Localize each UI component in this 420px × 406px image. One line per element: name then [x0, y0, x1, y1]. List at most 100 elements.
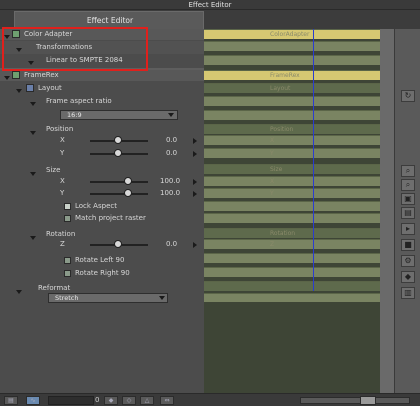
match-raster-checkbox[interactable]: [64, 215, 71, 222]
position-x-value[interactable]: 0.0: [166, 135, 177, 146]
highlight-box: [2, 27, 148, 71]
reformat-dropdown[interactable]: Stretch: [48, 293, 168, 303]
size-x-value[interactable]: 100.0: [160, 176, 180, 187]
fit-icon[interactable]: ▣: [401, 193, 415, 205]
timeline-track-rotation[interactable]: Rotation: [204, 228, 380, 238]
position-y-label: Y: [60, 149, 65, 157]
timeline-track-size-y[interactable]: Y: [204, 188, 380, 198]
settings-icon[interactable]: ⚙: [401, 255, 415, 267]
timeline-label: Layout: [270, 85, 291, 92]
lock-aspect-label: Lock Aspect: [75, 202, 117, 210]
frame-aspect-ratio-label: Frame aspect ratio: [46, 97, 112, 105]
right-toolbar: ↻ ⌕ ⌕ ▣ ▤ ▸ ■ ⚙ ◆ ▥: [394, 29, 420, 393]
timeline-track[interactable]: [204, 293, 380, 302]
position-y-slider-knob[interactable]: [114, 149, 122, 157]
rotate-left-checkbox[interactable]: [64, 257, 71, 264]
size-y-label: Y: [60, 189, 65, 197]
timeline-track[interactable]: [204, 267, 380, 277]
refresh-icon[interactable]: ↻: [401, 90, 415, 102]
lock-icon[interactable]: ▥: [401, 287, 415, 299]
size-x-label: X: [60, 177, 65, 185]
timeline-track[interactable]: [204, 201, 380, 211]
size-x-slider[interactable]: [90, 181, 148, 183]
timeline-label: Position: [270, 126, 294, 133]
effect-enable-icon[interactable]: [12, 71, 20, 79]
keyframe-triangle-icon[interactable]: △: [140, 396, 154, 405]
timeline-track-reformat[interactable]: [204, 281, 380, 291]
rotate-right-label: Rotate Right 90: [75, 269, 130, 277]
size-y-slider[interactable]: [90, 193, 148, 195]
timeline-track-framerex[interactable]: FrameRex: [204, 70, 380, 80]
timeline-track-layout[interactable]: Layout: [204, 83, 380, 93]
keyframe-arrow-icon[interactable]: [193, 242, 197, 248]
timeline-label: Y: [270, 150, 274, 157]
keyframe-arrow-icon[interactable]: [193, 191, 197, 197]
chevron-down-icon: [168, 113, 174, 117]
rotation-z-label: Z: [60, 240, 65, 248]
size-y-slider-knob[interactable]: [124, 189, 132, 197]
keyframe-arrow-icon[interactable]: [193, 138, 197, 144]
timeline-scrollbar[interactable]: [380, 29, 394, 393]
keyframe-prev-icon[interactable]: ◇: [122, 396, 136, 405]
aspect-ratio-dropdown[interactable]: 16:9: [60, 110, 178, 120]
track-icon[interactable]: ▤: [4, 396, 18, 405]
lock-aspect-checkbox[interactable]: [64, 203, 71, 210]
size-y-value[interactable]: 100.0: [160, 188, 180, 199]
timeline-track-size-x[interactable]: X: [204, 176, 380, 186]
zoom-out-icon[interactable]: ⌕: [401, 179, 415, 191]
rotation-z-slider-knob[interactable]: [114, 240, 122, 248]
timeline-track[interactable]: [204, 253, 380, 263]
expand-triangle-icon[interactable]: [30, 236, 36, 240]
timeline-track[interactable]: [204, 110, 380, 120]
timeline-label: Z: [270, 241, 275, 248]
keyframe-add-icon[interactable]: ◆: [104, 396, 118, 405]
timeline-track-position[interactable]: Position: [204, 124, 380, 134]
timeline-label: X: [270, 137, 275, 144]
position-x-slider-knob[interactable]: [114, 136, 122, 144]
expand-triangle-icon[interactable]: [16, 89, 22, 93]
expand-triangle-icon[interactable]: [30, 131, 36, 135]
rotate-right-checkbox[interactable]: [64, 270, 71, 277]
aspect-ratio-value: 16:9: [67, 111, 82, 119]
bottom-toolbar: ▤ ∿ 0 ◆ ◇ △ ⇔: [0, 393, 420, 406]
window-titlebar: Effect Editor: [0, 0, 420, 10]
frame-counter-value[interactable]: 0: [95, 395, 99, 406]
stop-icon[interactable]: ■: [401, 239, 415, 251]
position-x-label: X: [60, 136, 65, 144]
timeline-track[interactable]: [204, 41, 380, 51]
size-label: Size: [46, 166, 61, 174]
timeline-label: X: [270, 178, 275, 185]
size-x-slider-knob[interactable]: [124, 177, 132, 185]
curve-icon[interactable]: ∿: [26, 396, 40, 405]
play-icon[interactable]: ▸: [401, 223, 415, 235]
keyframe-icon[interactable]: ◆: [401, 271, 415, 283]
expand-triangle-icon[interactable]: [30, 172, 36, 176]
expand-triangle-icon[interactable]: [30, 102, 36, 106]
timeline-track-rotation-z[interactable]: Z: [204, 239, 380, 249]
timeline-track[interactable]: [204, 96, 380, 106]
layout-icon[interactable]: [26, 84, 34, 92]
zoom-slider[interactable]: [300, 397, 410, 404]
expand-triangle-icon[interactable]: [4, 76, 10, 80]
expand-triangle-icon[interactable]: [16, 290, 22, 294]
zoom-in-icon[interactable]: ⌕: [401, 165, 415, 177]
playhead[interactable]: [313, 29, 314, 291]
keyframe-arrow-icon[interactable]: [193, 151, 197, 157]
timeline-label: Y: [270, 190, 274, 197]
timeline-track-size[interactable]: Size: [204, 164, 380, 174]
timeline-track-position-y[interactable]: Y: [204, 148, 380, 158]
timeline-track[interactable]: [204, 213, 380, 223]
grid-icon[interactable]: ▤: [401, 207, 415, 219]
keyframe-arrow-icon[interactable]: [193, 179, 197, 185]
keyframe-timeline[interactable]: ColorAdapter FrameRex Layout Position X …: [204, 29, 394, 393]
rotation-z-value[interactable]: 0.0: [166, 239, 177, 250]
timeline-track[interactable]: [204, 55, 380, 65]
zoom-slider-knob[interactable]: [360, 396, 376, 405]
stretch-icon[interactable]: ⇔: [160, 396, 174, 405]
position-y-value[interactable]: 0.0: [166, 148, 177, 159]
timeline-track-position-x[interactable]: X: [204, 135, 380, 145]
rotate-left-label: Rotate Left 90: [75, 256, 125, 264]
timeline-label: Rotation: [270, 230, 296, 237]
frame-counter-field[interactable]: [48, 396, 94, 405]
timeline-track-color-adapter[interactable]: ColorAdapter: [204, 29, 380, 39]
